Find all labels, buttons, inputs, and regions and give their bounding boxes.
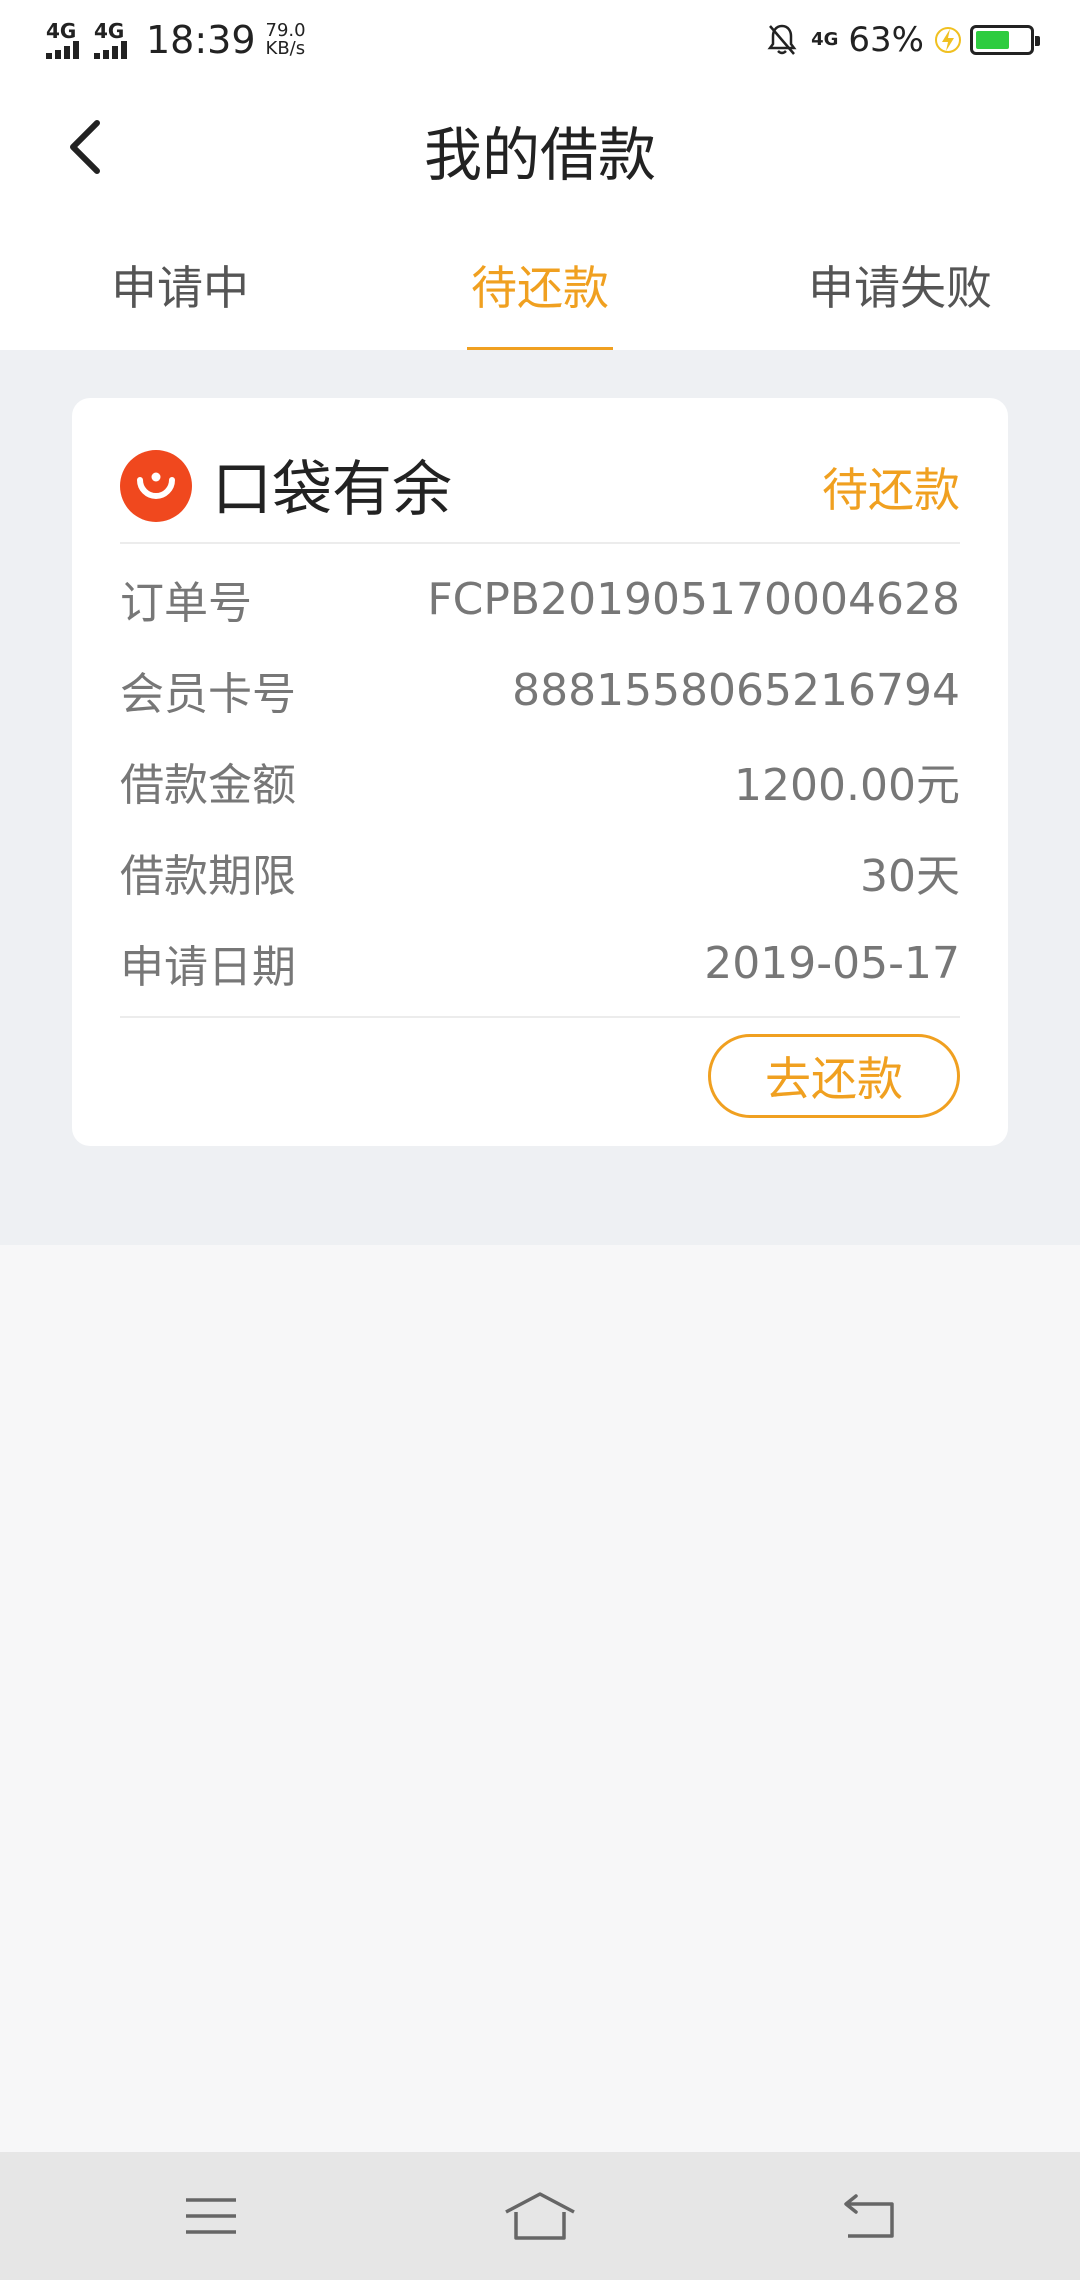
tab-bar: 申请中 待还款 申请失败 — [0, 220, 1080, 350]
network-type-1: 4G — [46, 19, 77, 43]
info-row-loan-term: 借款期限 30天 — [120, 827, 960, 917]
row-label: 借款金额 — [120, 760, 296, 811]
signal-bars-icon — [46, 41, 82, 59]
home-button[interactable] — [460, 2152, 620, 2280]
row-value: FCPB201905170004628 — [427, 573, 960, 625]
battery-fill — [976, 31, 1009, 49]
row-label: 申请日期 — [120, 942, 296, 993]
status-right: 4G 63% — [767, 0, 1040, 80]
tab-pending-repayment[interactable]: 待还款 — [400, 220, 680, 350]
signal-1: 4G — [46, 21, 82, 59]
home-icon — [505, 2192, 575, 2240]
row-value: 8881558065216794 — [512, 664, 960, 716]
battery-percent: 63% — [848, 20, 924, 60]
row-label: 借款期限 — [120, 851, 296, 902]
menu-icon — [186, 2198, 236, 2234]
speed-unit: KB/s — [265, 38, 306, 59]
row-label: 订单号 — [120, 578, 252, 629]
status-bar: 4G 4G 18:39 79.0 KB/s 4G 63% — [0, 0, 1080, 80]
info-row-loan-amount: 借款金额 1200.00元 — [120, 736, 960, 826]
network-type-2: 4G — [94, 19, 125, 43]
signal-2: 4G — [94, 21, 130, 59]
row-value: 2019-05-17 — [704, 937, 960, 989]
back-nav-button[interactable] — [789, 2152, 949, 2280]
repay-button[interactable]: 去还款 — [708, 1034, 960, 1118]
brand-name: 口袋有余 — [212, 455, 452, 525]
chevron-left-icon — [70, 120, 100, 174]
battery-icon — [970, 25, 1040, 55]
network-type-right: 4G — [811, 29, 839, 50]
loan-status: 待还款 — [822, 463, 960, 517]
info-row-apply-date: 申请日期 2019-05-17 — [120, 918, 960, 1008]
tab-applying[interactable]: 申请中 — [40, 220, 320, 350]
back-button[interactable] — [50, 112, 120, 182]
app-header: 我的借款 — [0, 80, 1080, 220]
tab-failed[interactable]: 申请失败 — [760, 220, 1040, 350]
charging-bolt-icon — [935, 27, 961, 53]
loan-card: 口袋有余 待还款 订单号 FCPB201905170004628 会员卡号 88… — [72, 398, 1008, 1146]
row-label: 会员卡号 — [120, 669, 296, 720]
signal-bars-icon — [94, 41, 130, 59]
system-nav-bar — [0, 2152, 1080, 2280]
info-row-order-number: 订单号 FCPB201905170004628 — [120, 554, 960, 644]
network-speed: 79.0 KB/s — [266, 22, 306, 58]
card-header: 口袋有余 待还款 — [120, 398, 960, 544]
status-left: 4G 4G 18:39 79.0 KB/s — [46, 0, 306, 80]
brand-logo-icon — [120, 450, 192, 522]
bell-off-icon — [767, 24, 797, 55]
page-title: 我的借款 — [423, 121, 656, 189]
clock: 18:39 — [146, 18, 256, 62]
menu-button[interactable] — [131, 2152, 291, 2280]
info-row-member-card: 会员卡号 8881558065216794 — [120, 645, 960, 735]
card-divider — [120, 1016, 960, 1018]
row-value: 30天 — [860, 851, 960, 902]
row-value: 1200.00元 — [734, 760, 960, 811]
back-icon — [844, 2194, 894, 2238]
content-area: 口袋有余 待还款 订单号 FCPB201905170004628 会员卡号 88… — [0, 350, 1080, 1245]
